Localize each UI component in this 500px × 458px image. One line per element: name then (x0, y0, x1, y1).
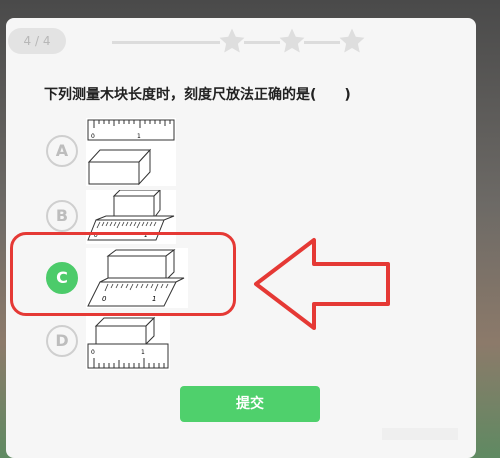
option-b-button[interactable]: B (46, 200, 78, 232)
answer-highlight-box (10, 232, 236, 316)
option-a-button[interactable]: A (46, 135, 78, 167)
progress-track (304, 41, 340, 44)
star-icon (339, 28, 365, 53)
question-text: 下列测量木块长度时，刻度尺放法正确的是( ) (44, 87, 351, 103)
progress-track (244, 41, 280, 44)
footer-placeholder (382, 428, 458, 440)
star-icon (219, 28, 245, 53)
submit-button[interactable]: 提交 (180, 386, 320, 422)
option-d-button[interactable]: D (46, 325, 78, 357)
ruler-tick-label: 0 (91, 349, 95, 356)
star-icon (279, 28, 305, 53)
option-d-figure[interactable]: 0 1 (86, 316, 170, 370)
pointer-arrow-icon (254, 238, 390, 330)
progress-track (112, 41, 220, 44)
progress-counter: 4 / 4 (8, 28, 66, 54)
ruler-tick-label: 1 (137, 133, 141, 140)
ruler-tick-label: 0 (91, 133, 95, 140)
option-a-figure[interactable]: 0 1 (86, 118, 176, 186)
ruler-tick-label: 1 (141, 349, 145, 356)
